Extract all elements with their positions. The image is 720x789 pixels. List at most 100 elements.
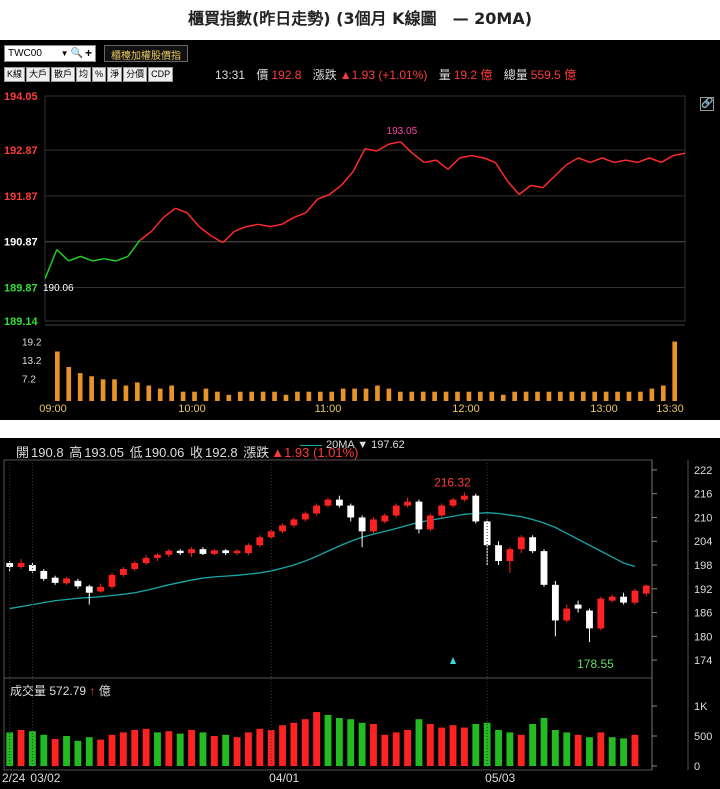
candle — [551, 580, 559, 637]
candle-body — [608, 596, 616, 601]
volume-bar — [483, 722, 491, 766]
candle-body — [154, 554, 161, 558]
candle-body — [199, 549, 207, 554]
date-tick-label: 03/02 — [30, 771, 60, 785]
volume-bar — [169, 385, 174, 401]
candle-body — [620, 596, 627, 603]
chevron-down-icon[interactable]: ▼ — [61, 49, 69, 58]
date-tick-label: 2/24 — [2, 771, 26, 785]
candle — [358, 515, 366, 548]
candle-body — [392, 505, 400, 516]
volume-bar — [192, 391, 197, 401]
candle — [449, 497, 457, 508]
cdp-button[interactable]: CDP — [148, 67, 174, 82]
ma-legend-value: ▼ 197.62 — [357, 439, 405, 451]
volume-bar — [324, 715, 332, 766]
date-tick-label: 04/01 — [269, 771, 299, 785]
volume-bar — [313, 712, 321, 766]
candle — [290, 517, 298, 528]
volume-bar — [523, 391, 529, 401]
volume-bar — [500, 394, 506, 401]
candle — [335, 495, 343, 508]
price-line-segment — [139, 230, 153, 241]
percent-button[interactable]: % — [92, 67, 107, 82]
candle-body — [335, 499, 343, 506]
candle-body — [529, 537, 537, 552]
low-value: 190.06 — [144, 445, 185, 460]
add-icon[interactable]: + — [85, 46, 92, 60]
volume-bar — [608, 737, 616, 766]
volume-legend: 成交量 572.79 ↑ 億 — [10, 682, 111, 699]
volume-bar — [51, 739, 59, 766]
link-icon[interactable]: 🔗 — [700, 97, 714, 111]
total-volume-value: 559.5 億 — [530, 68, 577, 82]
candle — [108, 572, 116, 589]
candle — [245, 543, 252, 556]
price-line-segment — [364, 147, 377, 152]
high-price-label: 193.05 — [387, 126, 418, 137]
volume-tick-label: 1K — [694, 701, 708, 713]
candle-body — [279, 525, 286, 532]
volume-bar — [108, 734, 116, 766]
volume-tick-label: 0 — [694, 761, 700, 773]
price-line-segment — [435, 159, 449, 170]
candle-body — [188, 549, 195, 554]
time-tick-label: 12:00 — [452, 403, 480, 415]
kline-button[interactable]: K線 — [4, 67, 26, 82]
search-icon[interactable]: 🔍 — [71, 48, 83, 59]
candle — [324, 497, 332, 508]
volume-bar — [157, 388, 163, 401]
intraday-chart: 194.05 192.87 191.87 190.87 189.87 189.14 193.… — [4, 91, 686, 415]
candle — [370, 517, 377, 534]
candle — [279, 523, 286, 534]
volume-bar — [432, 391, 437, 401]
price-value: 192.8 — [271, 68, 302, 82]
symbol-input[interactable]: TWC00 — [8, 48, 59, 59]
volume-bar — [89, 376, 94, 401]
candle-body — [233, 550, 241, 554]
volume-bar — [631, 734, 639, 766]
price-line-segment — [104, 257, 117, 262]
volume-bar — [131, 730, 139, 766]
symbol-selector[interactable]: TWC00 ▼ 🔍 + — [4, 44, 96, 62]
average-button[interactable]: 均 — [76, 67, 92, 82]
high-label: 高 — [69, 445, 83, 460]
volume-bar — [478, 391, 483, 401]
candle — [233, 549, 241, 556]
price-line-segment — [352, 148, 366, 172]
time-tick-label: 13:30 — [656, 403, 684, 415]
kline-chart: 222 216 210 204 198 192 186 180 174 216.32 178.55 1… — [2, 459, 712, 785]
price-tick-label: 198 — [694, 560, 712, 572]
volume-bar — [551, 730, 559, 766]
price-tick-label: 191.87 — [4, 191, 38, 203]
volume-tick-label: 500 — [694, 731, 712, 743]
price-line-segment — [317, 193, 330, 200]
retail-button[interactable]: 散戶 — [51, 67, 76, 82]
price-volume-button[interactable]: 分價 — [123, 67, 148, 82]
volume-bar — [154, 732, 161, 766]
candle-body — [381, 515, 389, 522]
index-name-button[interactable]: 櫃檯加權股價指 — [104, 44, 188, 62]
net-button[interactable]: 淨 — [107, 67, 123, 82]
volume-bar — [283, 394, 289, 401]
candle-body — [574, 604, 582, 609]
volume-value: 19.2 億 — [453, 68, 493, 82]
price-line-segment — [293, 212, 307, 219]
volume-bar — [529, 724, 537, 766]
volume-bar — [386, 388, 392, 401]
price-label: 價 — [256, 68, 269, 82]
price-line-segment — [127, 239, 141, 257]
volume-bar — [404, 730, 411, 766]
event-marker-icon — [450, 657, 457, 664]
candle-body — [256, 537, 264, 546]
price-tick-label: 192 — [694, 584, 712, 596]
min-price-label: 178.55 — [577, 657, 614, 671]
big-holder-button[interactable]: 大戶 — [26, 67, 51, 82]
candle-body — [472, 495, 480, 522]
price-tick-label: 194.05 — [4, 91, 38, 103]
price-line-segment — [424, 159, 437, 164]
ohlc-bar: 開 190.8 高 193.05 低 190.06 收 192.8 漲跌 ▲1.93 (1… — [16, 442, 361, 461]
price-line-segment — [198, 226, 212, 237]
price-tick-label: 174 — [694, 655, 712, 667]
volume-bar — [199, 732, 207, 766]
